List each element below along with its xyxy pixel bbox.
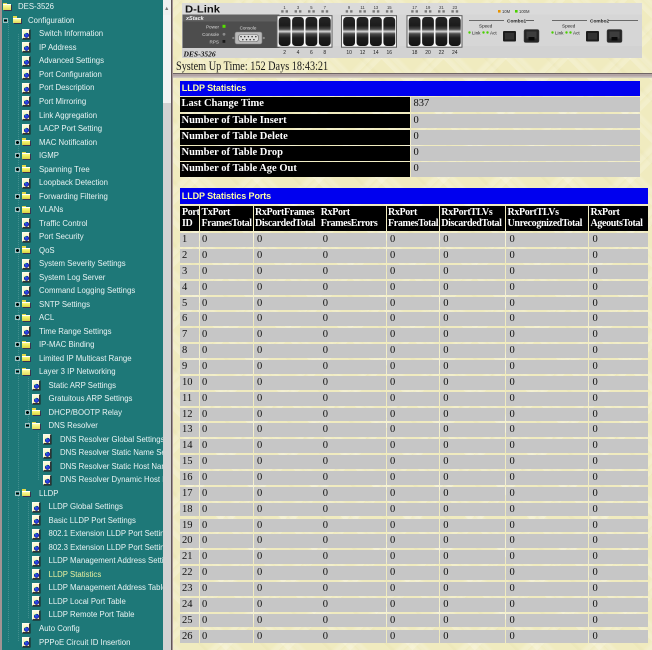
svg-text:21: 21 bbox=[439, 5, 444, 10]
svg-text:Console: Console bbox=[239, 26, 256, 31]
svg-text:DES-3526: DES-3526 bbox=[182, 50, 215, 59]
svg-text:RPS: RPS bbox=[209, 40, 218, 45]
svg-text:Act: Act bbox=[490, 30, 497, 35]
svg-text:10M: 10M bbox=[502, 9, 511, 14]
svg-text:12: 12 bbox=[359, 50, 365, 56]
svg-text:19: 19 bbox=[425, 5, 430, 10]
svg-text:2: 2 bbox=[283, 50, 286, 56]
svg-text:Console: Console bbox=[202, 32, 219, 37]
svg-text:14: 14 bbox=[373, 50, 379, 56]
svg-text:24: 24 bbox=[452, 50, 458, 56]
svg-text:D-Link: D-Link bbox=[185, 5, 220, 16]
svg-text:Power: Power bbox=[205, 25, 218, 30]
svg-text:22: 22 bbox=[438, 50, 444, 56]
svg-text:13: 13 bbox=[373, 5, 378, 10]
svg-text:Speed: Speed bbox=[562, 24, 576, 29]
svg-text:Link: Link bbox=[472, 30, 481, 35]
svg-text:8: 8 bbox=[323, 50, 326, 56]
svg-text:Speed: Speed bbox=[479, 24, 493, 29]
svg-text:Combo1: Combo1 bbox=[507, 18, 527, 24]
svg-text:18: 18 bbox=[411, 50, 417, 56]
svg-text:6: 6 bbox=[310, 50, 313, 56]
svg-text:xStack: xStack bbox=[185, 16, 205, 22]
svg-text:11: 11 bbox=[360, 5, 365, 10]
svg-text:4: 4 bbox=[296, 50, 299, 56]
svg-text:10: 10 bbox=[346, 50, 352, 56]
svg-text:Act: Act bbox=[573, 30, 580, 35]
svg-text:Link: Link bbox=[555, 30, 564, 35]
svg-text:17: 17 bbox=[412, 5, 417, 10]
svg-text:16: 16 bbox=[386, 50, 392, 56]
svg-text:15: 15 bbox=[386, 5, 391, 10]
svg-text:Combo2: Combo2 bbox=[590, 18, 610, 24]
svg-text:20: 20 bbox=[425, 50, 431, 56]
svg-text:23: 23 bbox=[452, 5, 457, 10]
svg-text:100M: 100M bbox=[519, 9, 530, 14]
